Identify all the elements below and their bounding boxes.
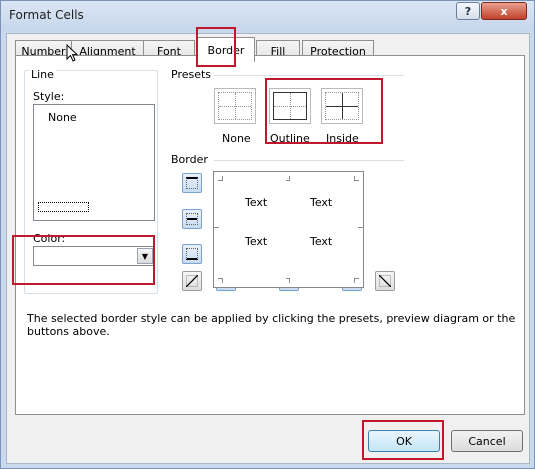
- preview-text-top-right: Text: [310, 196, 333, 209]
- highlight-border-tab: [196, 27, 236, 67]
- preview-text-bottom-right: Text: [310, 235, 333, 248]
- title-bar: Format Cells ? x: [1, 1, 534, 31]
- inside-horizontal-border-button[interactable]: [182, 209, 202, 229]
- diagonal-up-border-button[interactable]: [182, 271, 202, 291]
- help-icon: ?: [464, 4, 472, 18]
- top-border-icon: [186, 177, 198, 189]
- border-preview[interactable]: Text Text Text Text: [213, 171, 364, 288]
- preview-text-bottom-left: Text: [245, 235, 268, 248]
- line-style-list[interactable]: None: [33, 104, 155, 221]
- preview-text-top-left: Text: [245, 196, 268, 209]
- window-title: Format Cells: [9, 8, 84, 22]
- diagonal-up-icon: [186, 275, 198, 287]
- preset-none-button[interactable]: [214, 88, 256, 124]
- top-border-button[interactable]: [182, 173, 202, 193]
- close-icon: x: [500, 4, 508, 18]
- help-button[interactable]: ?: [456, 2, 480, 20]
- format-cells-dialog: Format Cells ? x Number Alignment Font B…: [0, 0, 535, 469]
- presets-separator: [214, 75, 404, 76]
- preset-none-label: None: [222, 132, 251, 145]
- highlight-ok-button: [362, 420, 444, 460]
- presets-label: Presets: [171, 68, 212, 81]
- preset-none-icon: [218, 92, 252, 120]
- line-group-label: Line: [29, 68, 56, 81]
- border-separator: [214, 160, 404, 161]
- line-style-dotted[interactable]: [38, 202, 89, 212]
- cancel-button[interactable]: Cancel: [451, 430, 523, 452]
- close-button[interactable]: x: [481, 2, 527, 20]
- highlight-color-dropdown: [12, 235, 155, 285]
- diagonal-down-icon: [379, 275, 391, 287]
- inside-horizontal-icon: [186, 213, 198, 225]
- description-text: The selected border style can be applied…: [27, 312, 516, 338]
- style-label: Style:: [33, 90, 65, 103]
- bottom-border-button[interactable]: [182, 244, 202, 264]
- border-label: Border: [171, 153, 208, 166]
- line-style-none[interactable]: None: [48, 111, 77, 124]
- highlight-outline-inside-presets: [265, 78, 383, 144]
- diagonal-down-border-button[interactable]: [375, 271, 395, 291]
- bottom-border-icon: [186, 248, 198, 260]
- mouse-cursor-icon: [66, 44, 79, 62]
